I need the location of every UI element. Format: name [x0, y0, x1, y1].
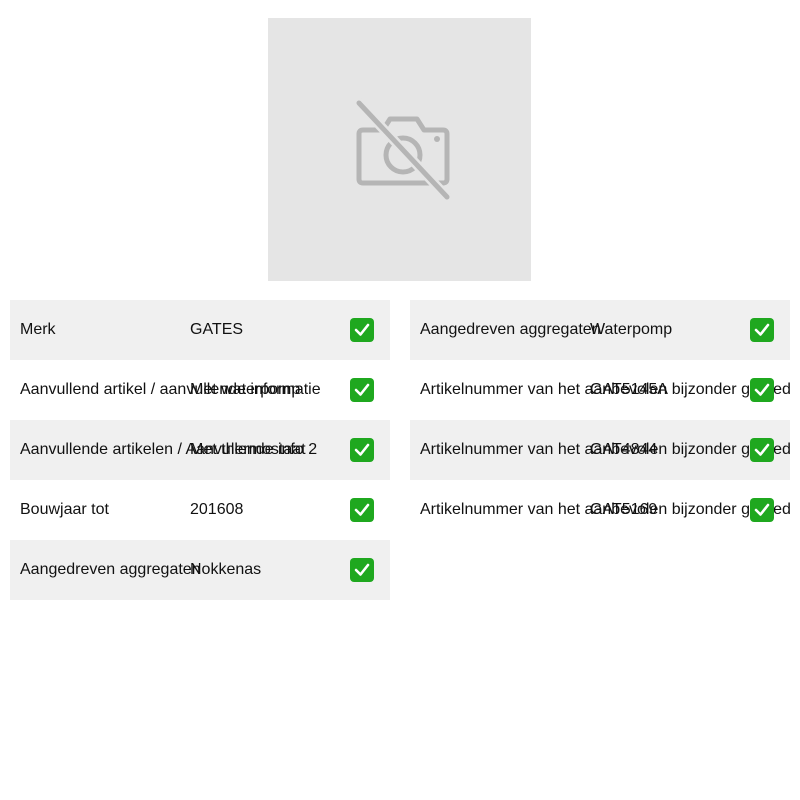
spec-value: Nokkenas [190, 561, 262, 578]
spec-value: Met thermostaat [190, 441, 306, 458]
specifications-right-column: Aangedreven aggregaten Waterpomp Artikel… [410, 300, 790, 600]
spec-row: Aangedreven aggregaten Nokkenas [10, 540, 390, 600]
camera-off-icon [353, 97, 452, 202]
check-mark-icon [750, 438, 774, 462]
check-mark-icon [750, 318, 774, 342]
spec-row: Artikelnummer van het aanbevolen bijzond… [410, 420, 790, 480]
product-spec-page: Merk GATES Aanvullend artikel / aanvulle… [0, 0, 800, 800]
check-mark-icon [350, 318, 374, 342]
check-mark-icon [350, 378, 374, 402]
spec-label: Aangedreven aggregaten [20, 561, 201, 578]
spec-value: Waterpomp [590, 321, 673, 338]
specifications-left-column: Merk GATES Aanvullend artikel / aanvulle… [10, 300, 390, 600]
spec-row: Aanvullende artikelen / Aanvullende info… [10, 420, 390, 480]
check-mark-icon [350, 438, 374, 462]
spec-row: Artikelnummer van het aanbevolen bijzond… [410, 480, 790, 540]
check-mark-icon [750, 498, 774, 522]
spec-row: Artikelnummer van het aanbevolen bijzond… [410, 360, 790, 420]
spec-row: Aangedreven aggregaten Waterpomp [410, 300, 790, 360]
spec-row: Merk GATES [10, 300, 390, 360]
spec-value: GAT5145A [590, 381, 668, 398]
spec-value: 201608 [190, 501, 244, 518]
spec-value: GAT5169 [590, 501, 658, 518]
spec-row: Bouwjaar tot 201608 [10, 480, 390, 540]
check-mark-icon [750, 378, 774, 402]
spec-label: Merk [20, 321, 56, 338]
spec-row: Aanvullend artikel / aanvullende informa… [10, 360, 390, 420]
check-mark-icon [350, 558, 374, 582]
product-image-placeholder [268, 18, 531, 281]
specifications-table: Merk GATES Aanvullend artikel / aanvulle… [10, 300, 790, 600]
spec-value: Met waterpomp [190, 381, 301, 398]
spec-label: Bouwjaar tot [20, 501, 109, 518]
spec-label: Aangedreven aggregaten [420, 321, 601, 338]
spec-value: GATES [190, 321, 244, 338]
check-mark-icon [350, 498, 374, 522]
spec-value: GAT4844 [590, 441, 658, 458]
